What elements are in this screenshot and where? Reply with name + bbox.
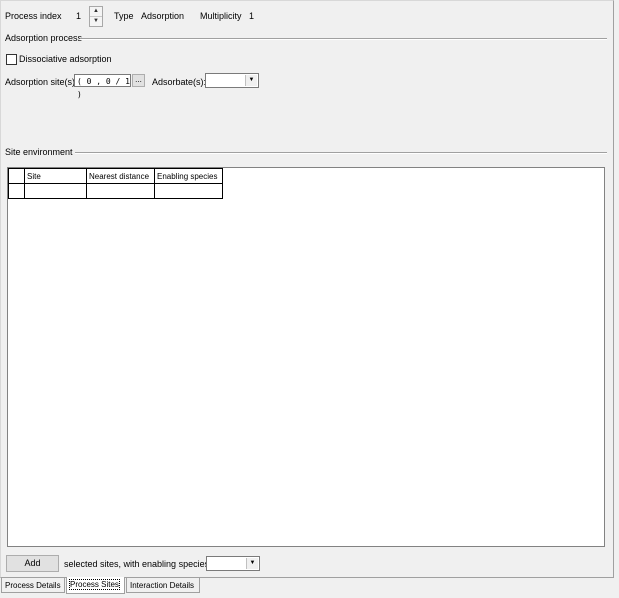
- column-header-nearest-distance[interactable]: Nearest distance: [86, 168, 155, 184]
- adsorption-sites-label: Adsorption site(s):: [5, 77, 78, 87]
- enabling-species-cell[interactable]: [154, 183, 223, 199]
- tab-process-sites[interactable]: Process Sites: [66, 577, 125, 594]
- adsorption-sites-browse-button[interactable]: ...: [132, 74, 145, 87]
- add-button[interactable]: Add: [6, 555, 59, 572]
- type-label: Type: [114, 11, 134, 21]
- adsorbate-label: Adsorbate(s):: [152, 77, 207, 87]
- type-value: Adsorption: [141, 11, 185, 21]
- process-index-spinner[interactable]: ▲ ▼: [89, 6, 103, 27]
- tab-label: Interaction Details: [130, 581, 195, 590]
- dissociative-label: Dissociative adsorption: [19, 54, 112, 64]
- table-row[interactable]: [8, 183, 223, 199]
- chevron-down-icon[interactable]: ▼: [246, 558, 258, 569]
- process-index-value: 1: [76, 11, 82, 21]
- adsorption-group-title: Adsorption process: [5, 33, 83, 43]
- column-header-enabling-species[interactable]: Enabling species: [154, 168, 223, 184]
- site-environment-table: Site Nearest distance Enabling species: [8, 168, 223, 199]
- row-header-corner: [8, 168, 25, 184]
- adsorbate-dropdown[interactable]: ▼: [205, 73, 259, 88]
- selected-sites-label: selected sites, with enabling species: [64, 559, 210, 569]
- adsorption-sites-field[interactable]: ( 0 , 0 / 1 ): [74, 74, 131, 99]
- tab-process-details[interactable]: Process Details: [1, 578, 65, 593]
- column-header-site[interactable]: Site: [24, 168, 87, 184]
- enabling-species-dropdown[interactable]: ▼: [206, 556, 260, 571]
- site-environment-group-divider: [75, 152, 607, 154]
- tab-label: Process Details: [5, 581, 61, 590]
- process-index-label: Process index: [5, 11, 62, 21]
- multiplicity-value: 1: [249, 11, 255, 21]
- site-environment-grid[interactable]: Site Nearest distance Enabling species: [7, 167, 605, 547]
- multiplicity-label: Multiplicity: [200, 11, 242, 21]
- site-cell[interactable]: [24, 183, 87, 199]
- row-header-cell[interactable]: [8, 183, 25, 199]
- adsorption-group-divider: [80, 38, 607, 40]
- table-header-row: Site Nearest distance Enabling species: [8, 168, 223, 184]
- tab-label: Process Sites: [69, 579, 120, 590]
- tab-interaction-details[interactable]: Interaction Details: [126, 578, 200, 593]
- site-environment-group-title: Site environment: [5, 147, 73, 157]
- dissociative-checkbox[interactable]: [6, 54, 17, 65]
- nearest-distance-cell[interactable]: [86, 183, 155, 199]
- spinner-down-icon[interactable]: ▼: [90, 17, 102, 26]
- spinner-up-icon[interactable]: ▲: [90, 7, 102, 17]
- chevron-down-icon[interactable]: ▼: [245, 75, 257, 86]
